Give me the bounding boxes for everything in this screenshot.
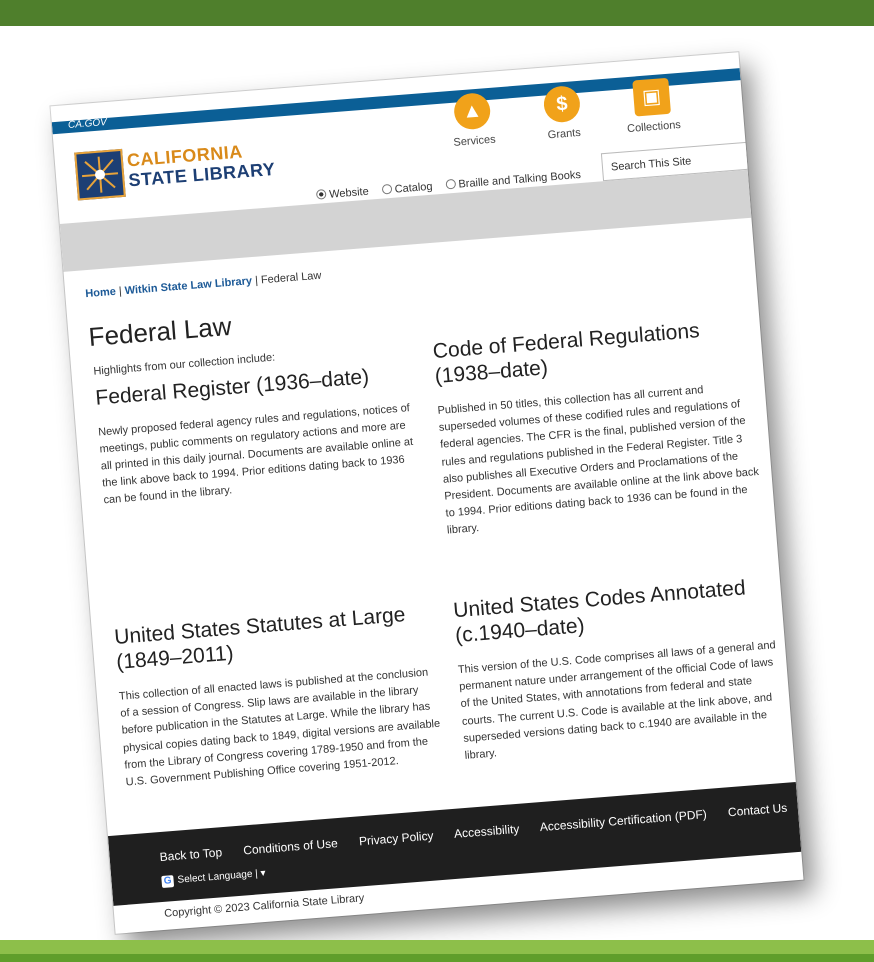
library-star-icon: [74, 148, 126, 201]
section-body: Published in 50 titles, this collection …: [437, 384, 760, 537]
top-green-band: [0, 0, 874, 26]
section-cfr: Code of Federal Regulations (1938–date) …: [432, 314, 767, 539]
language-label: Select Language: [177, 868, 253, 886]
radio-dot: [381, 183, 393, 195]
footer-link-accessibility[interactable]: Accessibility: [454, 822, 520, 841]
breadcrumb-home[interactable]: Home: [85, 286, 116, 300]
section-heading[interactable]: United States Codes Annotated (c.1940–da…: [452, 573, 775, 648]
section-body: This collection of all enacted laws is p…: [118, 666, 441, 789]
footer-link-privacy[interactable]: Privacy Policy: [358, 829, 434, 849]
breadcrumb-witkin[interactable]: Witkin State Law Library: [124, 275, 252, 297]
radio-dot-selected: [315, 189, 327, 200]
footer-link-contact[interactable]: Contact Us: [727, 801, 787, 820]
footer-link-accessibility-cert[interactable]: Accessibility Certification (PDF): [539, 807, 707, 834]
language-selector[interactable]: G Select Language | ▾: [161, 868, 266, 888]
services-label: Services: [453, 133, 497, 149]
gov-logo-text[interactable]: CA.GOV: [68, 117, 108, 131]
section-federal-register: Federal Register (1936–date) Newly propo…: [95, 361, 424, 510]
radio-website-label: Website: [328, 185, 370, 201]
collections-link[interactable]: ▣ Collections: [610, 76, 694, 136]
bottom-green-stripe: [0, 954, 874, 962]
dollar-icon: $: [542, 84, 582, 124]
webpage-screenshot: CA.GOV CALIFORNIA STATE LIBRARY ▲ Servic…: [50, 52, 804, 934]
page-title: Federal Law: [87, 310, 233, 353]
section-body: Newly proposed federal agency rules and …: [97, 402, 414, 507]
radio-dot: [445, 178, 456, 190]
footer-link-conditions[interactable]: Conditions of Use: [243, 836, 339, 857]
footer-link-back-to-top[interactable]: Back to Top: [159, 845, 222, 864]
section-heading[interactable]: United States Statutes at Large (1849–20…: [113, 600, 436, 675]
section-heading[interactable]: Code of Federal Regulations (1938–date): [432, 314, 755, 389]
footer-links: Back to Top Conditions of Use Privacy Po…: [159, 799, 803, 864]
site-logo[interactable]: CALIFORNIA STATE LIBRARY: [74, 136, 287, 202]
image-icon: ▣: [632, 77, 671, 117]
section-statutes: United States Statutes at Large (1849–20…: [113, 600, 445, 791]
grants-link[interactable]: $ Grants: [521, 83, 605, 143]
footer: Back to Top Conditions of Use Privacy Po…: [107, 781, 803, 906]
collections-label: Collections: [626, 118, 682, 136]
radio-catalog-label: Catalog: [394, 180, 433, 196]
grants-label: Grants: [547, 126, 582, 142]
services-link[interactable]: ▲ Services: [431, 90, 515, 150]
map-icon: ▲: [452, 91, 492, 131]
section-usca: United States Codes Annotated (c.1940–da…: [452, 573, 784, 764]
breadcrumb-current: Federal Law: [260, 269, 322, 287]
google-icon: G: [161, 875, 175, 888]
breadcrumb: Home | Witkin State Law Library | Federa…: [85, 270, 322, 301]
bottom-green-band: [0, 940, 874, 962]
section-body: This version of the U.S. Code comprises …: [457, 639, 777, 762]
